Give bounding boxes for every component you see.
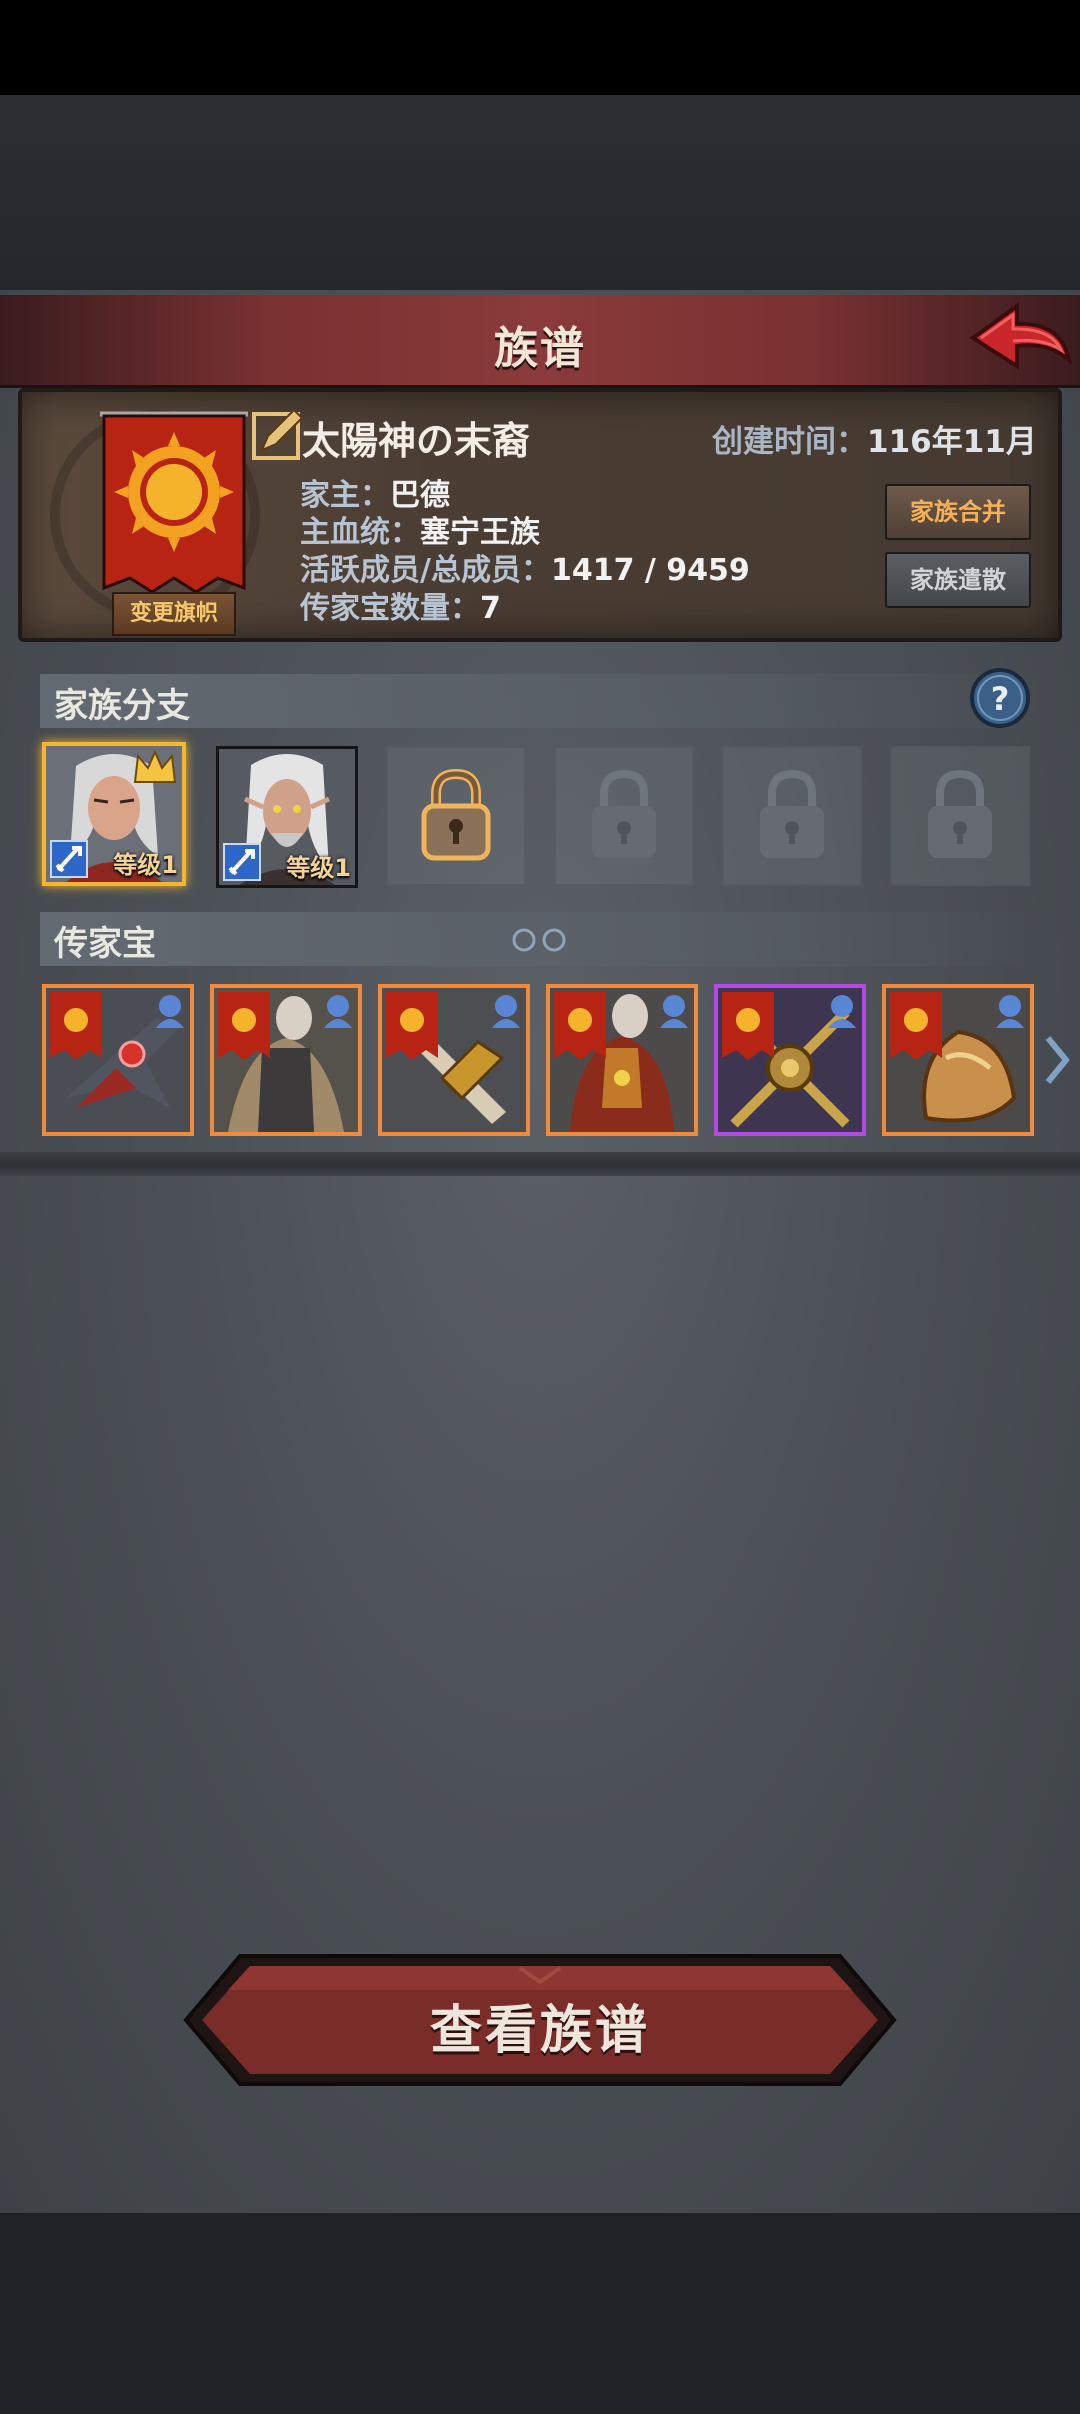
lock-icon bbox=[760, 769, 824, 858]
branches-title: 家族分支 bbox=[54, 686, 190, 726]
lock-icon bbox=[592, 769, 656, 858]
help-icon[interactable]: ? bbox=[968, 666, 1032, 730]
branch-level-2: 等级1 bbox=[286, 854, 351, 882]
heirloom-item-3[interactable] bbox=[378, 984, 530, 1136]
view-family-tree-label: 查看族谱 bbox=[429, 2001, 650, 2061]
branch-slot-3-unlockable[interactable] bbox=[386, 746, 526, 886]
members-value: 1417 / 9459 bbox=[550, 553, 750, 588]
heirloom-count-value: 7 bbox=[480, 591, 501, 626]
leader-crown-icon bbox=[133, 749, 177, 783]
bottom-background bbox=[0, 2213, 1080, 2414]
family-disband-button[interactable]: 家族遣散 bbox=[885, 552, 1031, 608]
top-background bbox=[0, 95, 1080, 295]
branch-slot-6-locked[interactable] bbox=[890, 746, 1030, 886]
heirloom-golden-blade-icon bbox=[382, 988, 526, 1132]
heirlooms-title: 传家宝 bbox=[54, 924, 156, 964]
change-flag-button[interactable]: 变更旗帜 bbox=[112, 592, 236, 636]
branch-level-1: 等级1 bbox=[113, 851, 178, 879]
heirloom-count-row: 传家宝数量：7 bbox=[300, 583, 501, 627]
heirloom-axe-icon bbox=[46, 988, 190, 1132]
heirloom-golden-helm-icon bbox=[886, 988, 1030, 1132]
heirloom-item-1[interactable] bbox=[42, 984, 194, 1136]
back-arrow-icon[interactable] bbox=[965, 298, 1075, 380]
branch-slot-4-locked[interactable] bbox=[554, 746, 694, 886]
section-divider bbox=[0, 1152, 1080, 1176]
heirloom-cross-staff-icon bbox=[718, 988, 862, 1132]
created-label: 创建时间： bbox=[712, 424, 867, 460]
branch-slot-5-locked[interactable] bbox=[722, 746, 862, 886]
page-indicator-dots bbox=[512, 928, 566, 952]
edit-name-icon[interactable] bbox=[250, 406, 306, 462]
heirloom-fur-armor-icon bbox=[214, 988, 358, 1132]
heirloom-red-armor-icon bbox=[550, 988, 694, 1132]
heirloom-item-2[interactable] bbox=[210, 984, 362, 1136]
heirloom-count-label: 传家宝数量： bbox=[300, 591, 480, 626]
lock-icon bbox=[928, 769, 992, 858]
status-bar-area bbox=[0, 0, 1080, 95]
page-title: 族谱 bbox=[494, 323, 586, 374]
branch-slot-1[interactable]: 等级1 bbox=[42, 742, 186, 886]
branch-slot-2[interactable]: 等级1 bbox=[216, 746, 358, 888]
scroll-right-chevron-icon[interactable] bbox=[1040, 1030, 1074, 1090]
heirloom-item-6[interactable] bbox=[882, 984, 1034, 1136]
family-name: 太陽神の末裔 bbox=[302, 419, 531, 463]
unlockable-lock-icon bbox=[421, 768, 491, 861]
svg-text:?: ? bbox=[991, 680, 1010, 718]
created-time: 创建时间：116年11月 bbox=[712, 416, 1037, 461]
sword-icon bbox=[223, 843, 261, 881]
branches-header-bar bbox=[40, 674, 1040, 728]
sword-icon bbox=[50, 840, 88, 878]
heirloom-item-4[interactable] bbox=[546, 984, 698, 1136]
heirloom-item-5[interactable] bbox=[714, 984, 866, 1136]
family-banner-sun-emblem[interactable] bbox=[100, 410, 248, 598]
created-value: 116年11月 bbox=[867, 424, 1037, 460]
family-merge-button[interactable]: 家族合并 bbox=[885, 484, 1031, 540]
